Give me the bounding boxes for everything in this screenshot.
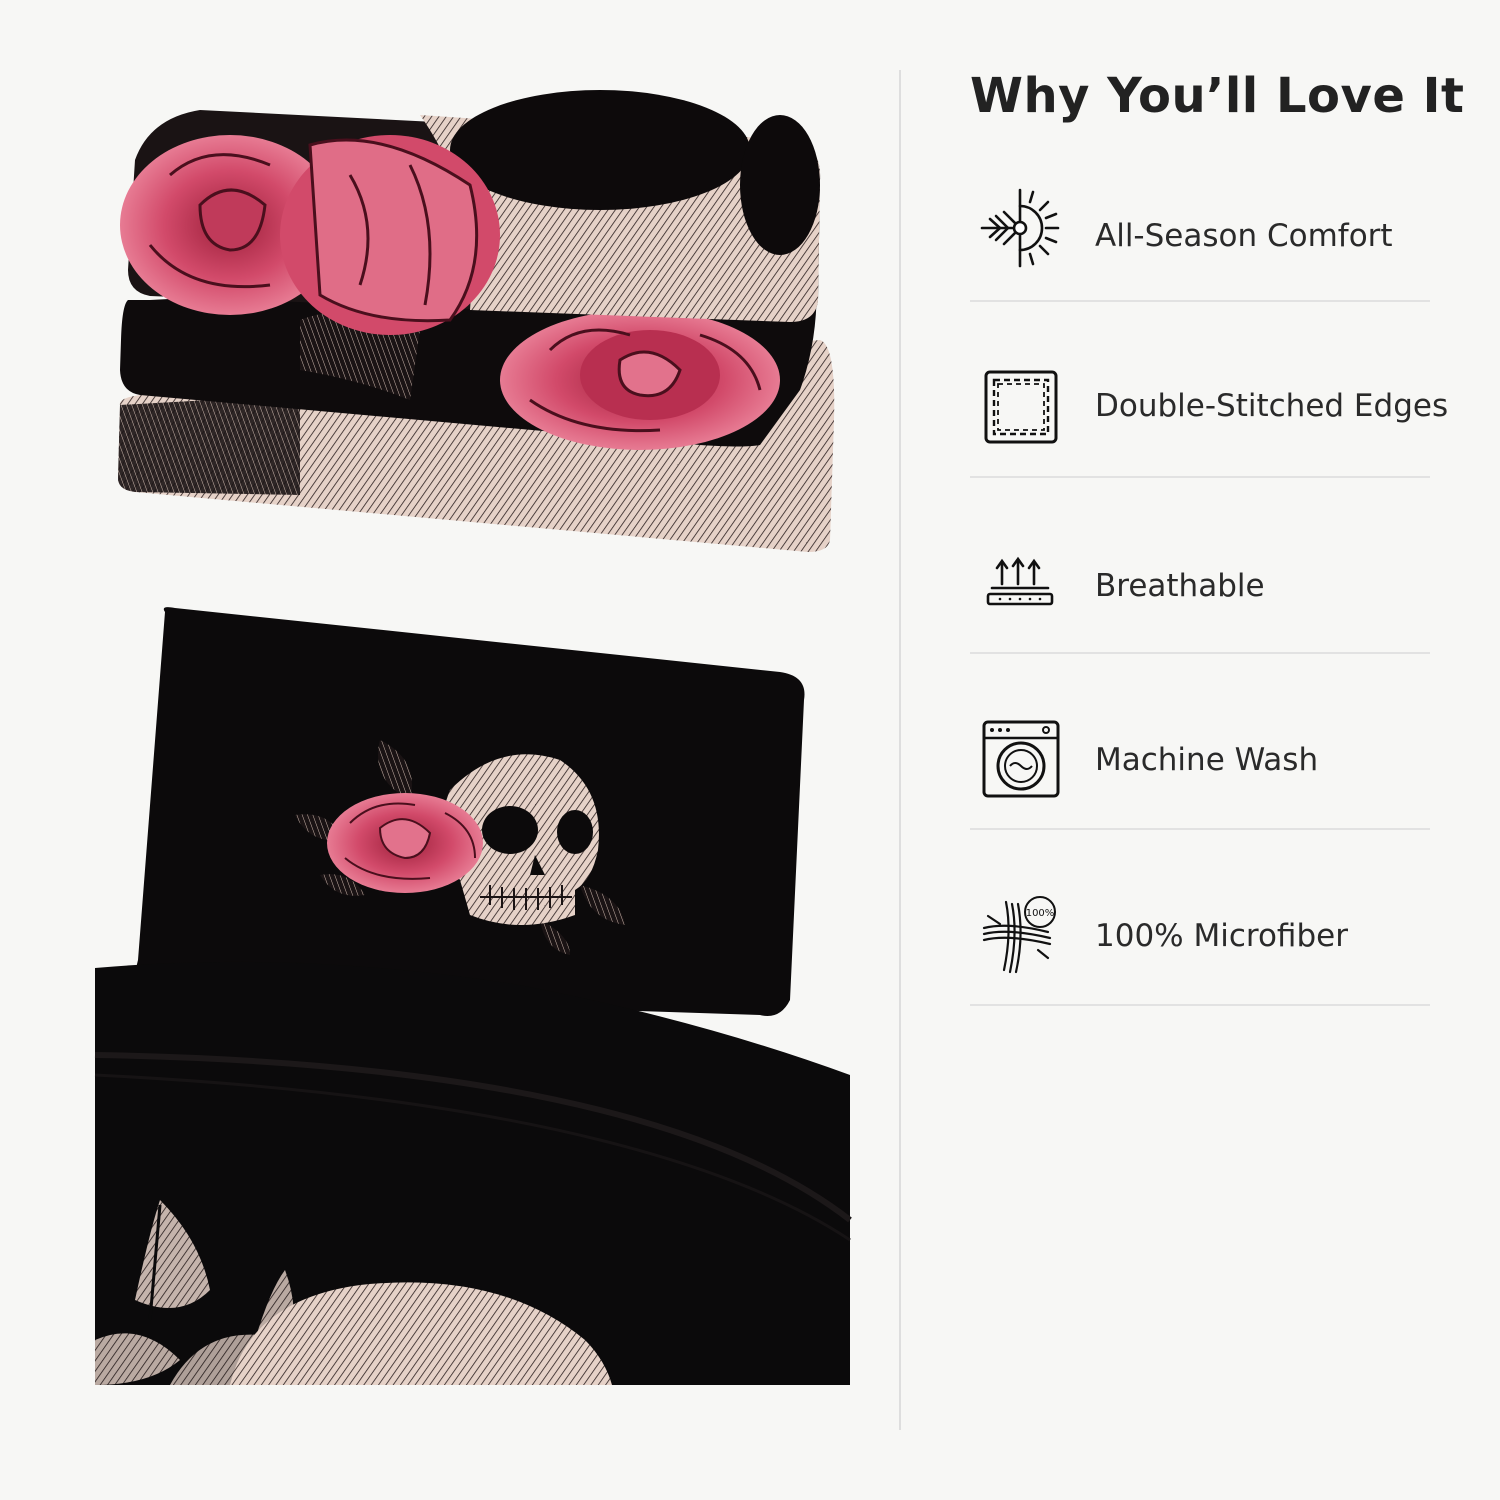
pillow bbox=[135, 607, 805, 1016]
folded-comforter-stack bbox=[118, 90, 835, 552]
features-panel: Why You’ll Love It All-Season Comfort Do… bbox=[970, 0, 1470, 1500]
feature-label: Breathable bbox=[1095, 568, 1265, 604]
feature-all-season: All-Season Comfort bbox=[970, 126, 1430, 302]
feature-label: 100% Microfiber bbox=[1095, 918, 1348, 954]
feature-label: Machine Wash bbox=[1095, 742, 1319, 778]
breathable-arrows-icon bbox=[978, 548, 1062, 632]
section-heading: Why You’ll Love It bbox=[970, 68, 1465, 124]
pillow-rose bbox=[327, 793, 483, 893]
microfiber-badge-text: 100% bbox=[1026, 908, 1055, 919]
product-photo bbox=[0, 0, 900, 1500]
washing-machine-icon bbox=[978, 718, 1062, 802]
feature-breathable: Breathable bbox=[970, 478, 1430, 654]
feature-double-stitched: Double-Stitched Edges bbox=[970, 302, 1448, 478]
stitched-square-icon bbox=[978, 366, 1062, 450]
sun-snow-icon bbox=[978, 186, 1062, 270]
divider-line bbox=[970, 1004, 1430, 1006]
feature-machine-wash: Machine Wash bbox=[970, 654, 1430, 830]
feature-label: All-Season Comfort bbox=[1095, 218, 1393, 254]
vertical-divider bbox=[899, 70, 901, 1430]
feature-microfiber: 100% 100% Microfiber bbox=[970, 830, 1430, 1006]
microfiber-icon: 100% bbox=[978, 892, 1062, 976]
bedding-illustration bbox=[94, 90, 852, 1385]
feature-label: Double-Stitched Edges bbox=[1095, 388, 1449, 424]
comforter bbox=[94, 961, 852, 1385]
